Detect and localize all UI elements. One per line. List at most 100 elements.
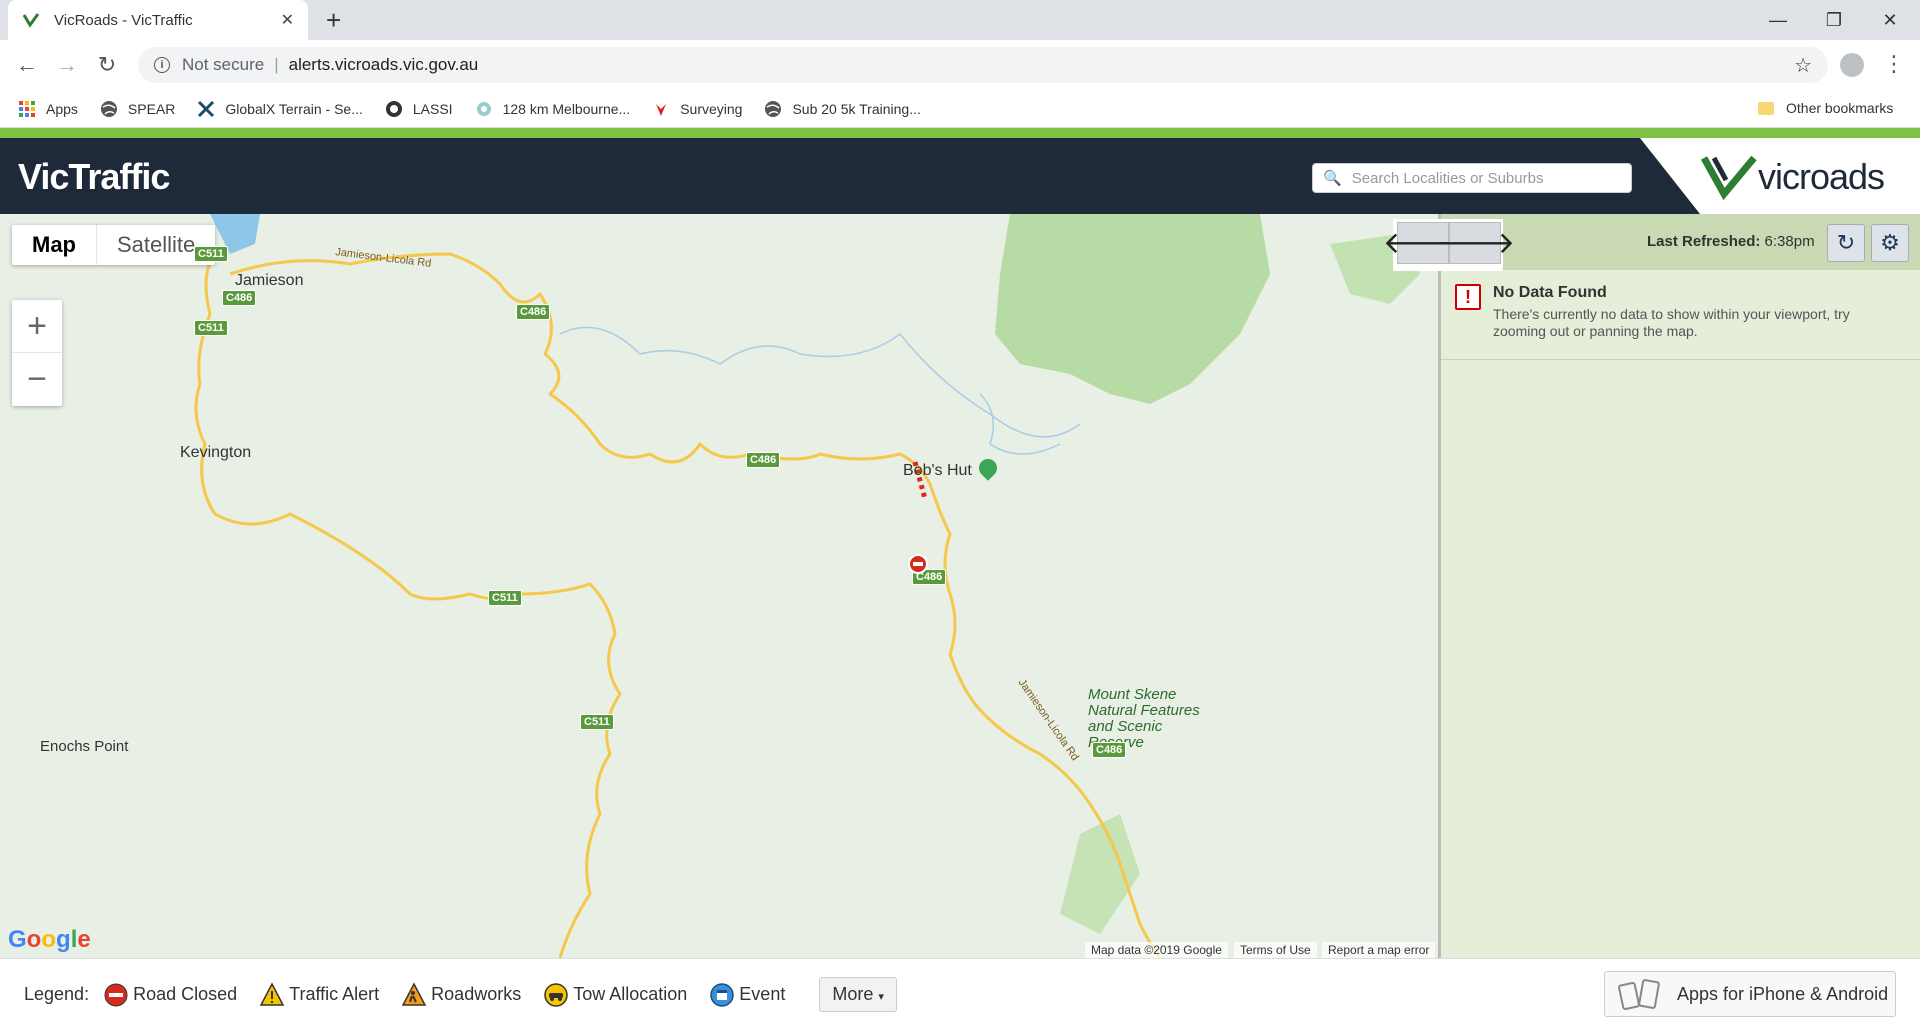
last-refreshed-time: 6:38pm — [1764, 233, 1815, 250]
legend-label: Legend: — [24, 984, 90, 1004]
bookmark-surveying[interactable]: Surveying — [652, 100, 742, 118]
bookmark-label: SPEAR — [127, 100, 176, 117]
road-shield-c486: C486 — [1092, 742, 1127, 758]
phones-icon — [1618, 979, 1660, 1010]
address-bar[interactable]: i Not secure | alerts.vicroads.vic.gov.a… — [138, 47, 1828, 83]
bookmark-label: GlobalX Terrain - Se... — [225, 100, 363, 117]
last-refreshed-label: Last Refreshed: — [1647, 233, 1761, 250]
caret-down-icon: ▾ — [878, 991, 884, 1003]
bookmark-label: Surveying — [680, 100, 743, 117]
locality-search-input[interactable] — [1351, 169, 1621, 187]
tow-allocation-icon — [544, 982, 568, 1007]
map-type-map[interactable]: Map — [12, 225, 97, 265]
lassi-icon — [385, 100, 402, 117]
globe-icon — [100, 100, 117, 117]
bookmark-sub20[interactable]: Sub 20 5k Training... — [764, 100, 921, 118]
apps-for-mobile-button[interactable]: Apps for iPhone & Android — [1604, 971, 1896, 1017]
zoom-out-button[interactable]: − — [12, 353, 62, 406]
globe-icon — [765, 100, 782, 117]
road-closed-marker-icon[interactable] — [908, 554, 928, 574]
event-calendar-icon — [710, 982, 735, 1007]
minimize-window-icon[interactable]: — — [1750, 0, 1806, 40]
legend-tow-allocation[interactable]: Tow Allocation — [543, 982, 687, 1008]
road-shield-c511: C511 — [488, 590, 522, 606]
legend-item-label: Road Closed — [133, 984, 238, 1004]
settings-gear-icon[interactable]: ⚙ — [1871, 224, 1909, 262]
search-icon: 🔍 — [1323, 170, 1342, 187]
site-info-icon[interactable]: i — [154, 57, 170, 73]
bookmark-spear[interactable]: SPEAR — [100, 100, 175, 118]
new-tab-button[interactable]: + — [326, 7, 341, 33]
no-data-message: There's currently no data to show within… — [1493, 306, 1850, 339]
cycling-icon — [476, 101, 491, 116]
restore-window-icon[interactable]: ❐ — [1806, 0, 1862, 40]
expand-panel-right-icon[interactable]: 🡒 — [1435, 222, 1515, 264]
tab-close-icon[interactable]: ✕ — [281, 10, 294, 30]
url-text: alerts.vicroads.vic.gov.au — [288, 55, 479, 74]
incident-panel: 🡐 🡒 Last Refreshed: 6:38pm ↻ ⚙ ! No Data… — [1383, 214, 1920, 958]
legend-traffic-alert[interactable]: Traffic Alert — [259, 981, 380, 1008]
report-map-error-link[interactable]: Report a map error — [1322, 942, 1436, 958]
bookmark-128km[interactable]: 128 km Melbourne... — [475, 100, 631, 118]
legend-item-label: Event — [739, 984, 786, 1004]
locality-search: 🔍 — [1312, 163, 1632, 193]
last-refreshed: Last Refreshed: 6:38pm — [1647, 233, 1815, 250]
bookmark-label: LASSI — [412, 100, 453, 117]
traffic-alert-icon — [259, 981, 285, 1006]
vicroads-logo[interactable]: vicroads — [1640, 138, 1920, 214]
bookmark-globalx[interactable]: GlobalX Terrain - Se... — [197, 100, 363, 118]
warning-exclamation-icon: ! — [1455, 284, 1481, 310]
victraffic-logo[interactable]: VicTraffic — [18, 156, 170, 198]
road-shield-c511: C511 — [194, 320, 228, 336]
bookmark-label: Sub 20 5k Training... — [792, 100, 921, 117]
terms-of-use-link[interactable]: Terms of Use — [1234, 942, 1317, 958]
browser-tab-strip: VicRoads - VicTraffic ✕ + — ❐ ✕ — [0, 0, 1920, 40]
legend-more-dropdown[interactable]: More ▾ — [819, 977, 897, 1012]
other-bookmarks[interactable]: Other bookmarks — [1758, 100, 1893, 116]
place-kevington: Kevington — [180, 444, 252, 461]
forward-icon[interactable]: → — [52, 50, 82, 80]
road-closed-icon — [104, 983, 128, 1006]
apps-label: Apps for iPhone & Android — [1677, 983, 1889, 1004]
folder-icon — [1758, 101, 1774, 115]
profile-avatar[interactable] — [1840, 53, 1864, 77]
vicroads-favicon-icon — [22, 13, 40, 28]
apps-grid-icon — [19, 100, 35, 117]
other-bookmarks-label: Other bookmarks — [1786, 100, 1894, 116]
legend-road-closed[interactable]: Road Closed — [103, 982, 237, 1008]
legend-event[interactable]: Event — [709, 982, 785, 1008]
map-type-control: Map Satellite — [12, 225, 216, 265]
huawei-icon — [656, 103, 667, 116]
browser-menu-icon[interactable]: ⋮ — [1883, 50, 1905, 78]
browser-tab[interactable]: VicRoads - VicTraffic ✕ — [8, 0, 308, 40]
site-header: VicTraffic 🔍 vicroads — [0, 138, 1920, 214]
legend-item-label: Tow Allocation — [573, 984, 688, 1004]
bookmark-lassi[interactable]: LASSI — [385, 100, 453, 118]
legend-item-label: Roadworks — [431, 984, 522, 1004]
refresh-icon[interactable]: ↻ — [1827, 224, 1865, 262]
zoom-control: + − — [12, 300, 62, 406]
globalx-icon — [198, 100, 215, 117]
browser-toolbar: ← → ↻ i Not secure | alerts.vicroads.vic… — [0, 40, 1920, 90]
map-canvas[interactable]: Map Satellite + − Jamieson Kevington Bob… — [0, 214, 1438, 958]
reload-icon[interactable]: ↻ — [92, 50, 122, 80]
google-logo: Google — [8, 926, 91, 953]
back-icon[interactable]: ← — [12, 50, 42, 80]
map-attribution: Map data ©2019 Google — [1085, 942, 1228, 958]
legend-roadworks[interactable]: Roadworks — [401, 981, 522, 1008]
zoom-in-button[interactable]: + — [12, 300, 62, 353]
no-data-title: No Data Found — [1493, 284, 1607, 301]
header-accent-line — [0, 128, 1920, 138]
road-shield-c486: C486 — [516, 304, 551, 320]
close-window-icon[interactable]: ✕ — [1862, 0, 1918, 40]
bookmark-apps[interactable]: Apps — [18, 100, 78, 118]
bookmark-label: Apps — [46, 100, 78, 117]
place-jamieson: Jamieson — [235, 272, 304, 289]
bookmark-star-icon[interactable]: ☆ — [1794, 53, 1812, 78]
bookmark-label: 128 km Melbourne... — [502, 100, 631, 117]
panel-toggle-group: 🡐 🡒 — [1383, 219, 1515, 271]
omnibox-separator: | — [274, 55, 279, 74]
legend-item-label: Traffic Alert — [289, 984, 380, 1004]
vicroads-mark-icon — [1700, 155, 1757, 201]
roadworks-icon — [401, 981, 427, 1006]
